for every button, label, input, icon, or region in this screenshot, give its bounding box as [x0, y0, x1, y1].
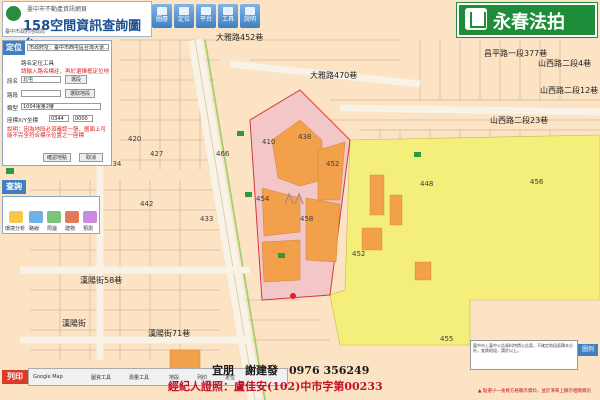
brand-badge: 永春法拍 — [457, 3, 597, 37]
analysis-item: 環境分析 — [5, 226, 26, 232]
pin-icon — [290, 293, 296, 299]
warning-text: 說明：因為地段必須確認一張，圖面上可能不完全符合標示位置之一座標 — [7, 127, 107, 139]
parcel-number: 420 — [128, 135, 142, 143]
search-tab[interactable]: 查詢 — [2, 180, 26, 194]
toolbar-platform-button[interactable]: 平台 — [196, 4, 216, 28]
help-icon — [245, 7, 255, 15]
parcel-number: 456 — [530, 178, 544, 186]
main-toolbar: 圖層 定位 平台 工具 說明 — [152, 4, 260, 28]
parcel-number: 433 — [200, 215, 214, 223]
locate-panel-header: 定位 — [3, 41, 25, 55]
analysis-item: 建物 — [65, 226, 76, 232]
address-field[interactable]: 市政府址：臺中市西屯區台灣大道... — [27, 44, 109, 51]
road-label: 漢陽街71巷 — [148, 329, 191, 338]
parcel-number: 454 — [256, 195, 270, 203]
agent-license: 經紀人證照：盧佳安(102)中市字第00233 — [168, 380, 383, 393]
forecast-icon[interactable] — [83, 211, 97, 223]
compass-logo — [283, 190, 305, 206]
cancel-button[interactable]: 取消 — [79, 153, 103, 162]
print-tab[interactable]: 列印 — [2, 370, 28, 384]
toolbar-locate-button[interactable]: 定位 — [174, 4, 194, 28]
legend-button[interactable]: 圖例 — [578, 344, 598, 356]
parcel-number: 455 — [440, 335, 454, 343]
bottom-tool[interactable]: Google Map — [33, 374, 63, 380]
parcel-number: 442 — [140, 200, 154, 208]
parcel-number: 452 — [326, 160, 340, 168]
analysis-panel: 環境分析 路線 周邊 建物 預測 — [2, 196, 100, 234]
contact-name: 宜朋 謝建發 — [212, 364, 278, 377]
site-subtitle: 臺中市不動產資訊網頁 — [27, 6, 88, 13]
coord-y-input[interactable]: 0000 — [73, 115, 93, 122]
road-label: 路段 — [7, 93, 19, 99]
section-select[interactable]: 北屯 — [21, 76, 61, 83]
confirm-button[interactable]: 確認地點 — [43, 153, 71, 162]
contact-line: 宜朋 謝建發 0976 356249 — [212, 362, 369, 378]
road-label: 漢陽街58巷 — [80, 276, 123, 285]
road-select[interactable] — [21, 90, 61, 97]
bottom-note: ▲ 點選小一長條方格顯示資料，並於清單上顯示相關資訊 — [478, 389, 591, 394]
tools-icon — [223, 7, 233, 15]
section-note: 請輸入路名標註，再於選擇框定位地段號 — [21, 69, 109, 75]
site-header: 臺中市不動產資訊網頁 158空間資訊查詢圖台 臺中市政府地政局 — [2, 1, 152, 53]
type-label: 類型 — [7, 106, 19, 112]
road-label: 山西路二段23巷 — [490, 116, 549, 125]
parcel-number: 458 — [300, 215, 314, 223]
bottom-tool[interactable]: 測量工具 — [129, 374, 149, 381]
parcel-number: 438 — [298, 133, 312, 141]
road-label: 大雅路452巷 — [216, 33, 264, 42]
select-lot-button[interactable]: 選取地段 — [65, 89, 95, 98]
parcel-number: 410 — [262, 138, 276, 146]
toolbar-tools-button[interactable]: 工具 — [218, 4, 238, 28]
bottom-tool[interactable]: 圖資工具 — [91, 374, 111, 381]
platform-icon — [201, 7, 211, 15]
toolbar-layers-button[interactable]: 圖層 — [152, 4, 172, 28]
environment-icon[interactable] — [9, 211, 23, 223]
parcel-number: 452 — [352, 250, 366, 258]
road-label: 漢陽街 — [62, 319, 86, 328]
building-icon[interactable] — [65, 211, 79, 223]
locate-panel: 定位 市政府址：臺中市西屯區台灣大道... 路名定位工具 請輸入路名標註，再於選… — [2, 40, 112, 166]
brand-name: 永春法拍 — [493, 12, 565, 33]
nearby-icon[interactable] — [47, 211, 61, 223]
parcel-number: 466 — [216, 150, 230, 158]
section-label: 路名定位工具 — [21, 61, 55, 67]
road-label: 山西路二段12巷 — [540, 86, 599, 95]
road-label: 山西路二段4巷 — [538, 59, 592, 68]
select-section-button[interactable]: 選段 — [65, 75, 87, 84]
route-icon[interactable] — [29, 211, 43, 223]
coord-x-input[interactable]: 0344 — [49, 115, 69, 122]
contact-phone: 0976 356249 — [289, 364, 370, 377]
type-select[interactable]: 1004電量2樓 — [21, 103, 101, 110]
parcel-number: 448 — [420, 180, 434, 188]
parcel-number: 427 — [150, 150, 164, 158]
analysis-item: 周邊 — [47, 226, 58, 232]
layers-icon — [157, 7, 167, 15]
locate-icon — [179, 7, 189, 15]
road-label: 大雅路470巷 — [310, 71, 358, 80]
toolbar-help-button[interactable]: 說明 — [240, 4, 260, 28]
analysis-item: 預測 — [83, 226, 94, 232]
city-logo-icon — [6, 6, 21, 21]
section-label: 段名 — [7, 79, 19, 85]
site-footnote: 臺中市政府地政局 — [5, 29, 46, 35]
analysis-item: 路線 — [29, 226, 40, 232]
brand-logo-icon — [465, 8, 487, 30]
info-box: 臺中市上臺中公告資料特價公告案，不確定地段面積本分析，查詢地段，請於以上。 — [470, 340, 578, 370]
coord-label: 座標X/Y坐標 — [7, 118, 38, 124]
